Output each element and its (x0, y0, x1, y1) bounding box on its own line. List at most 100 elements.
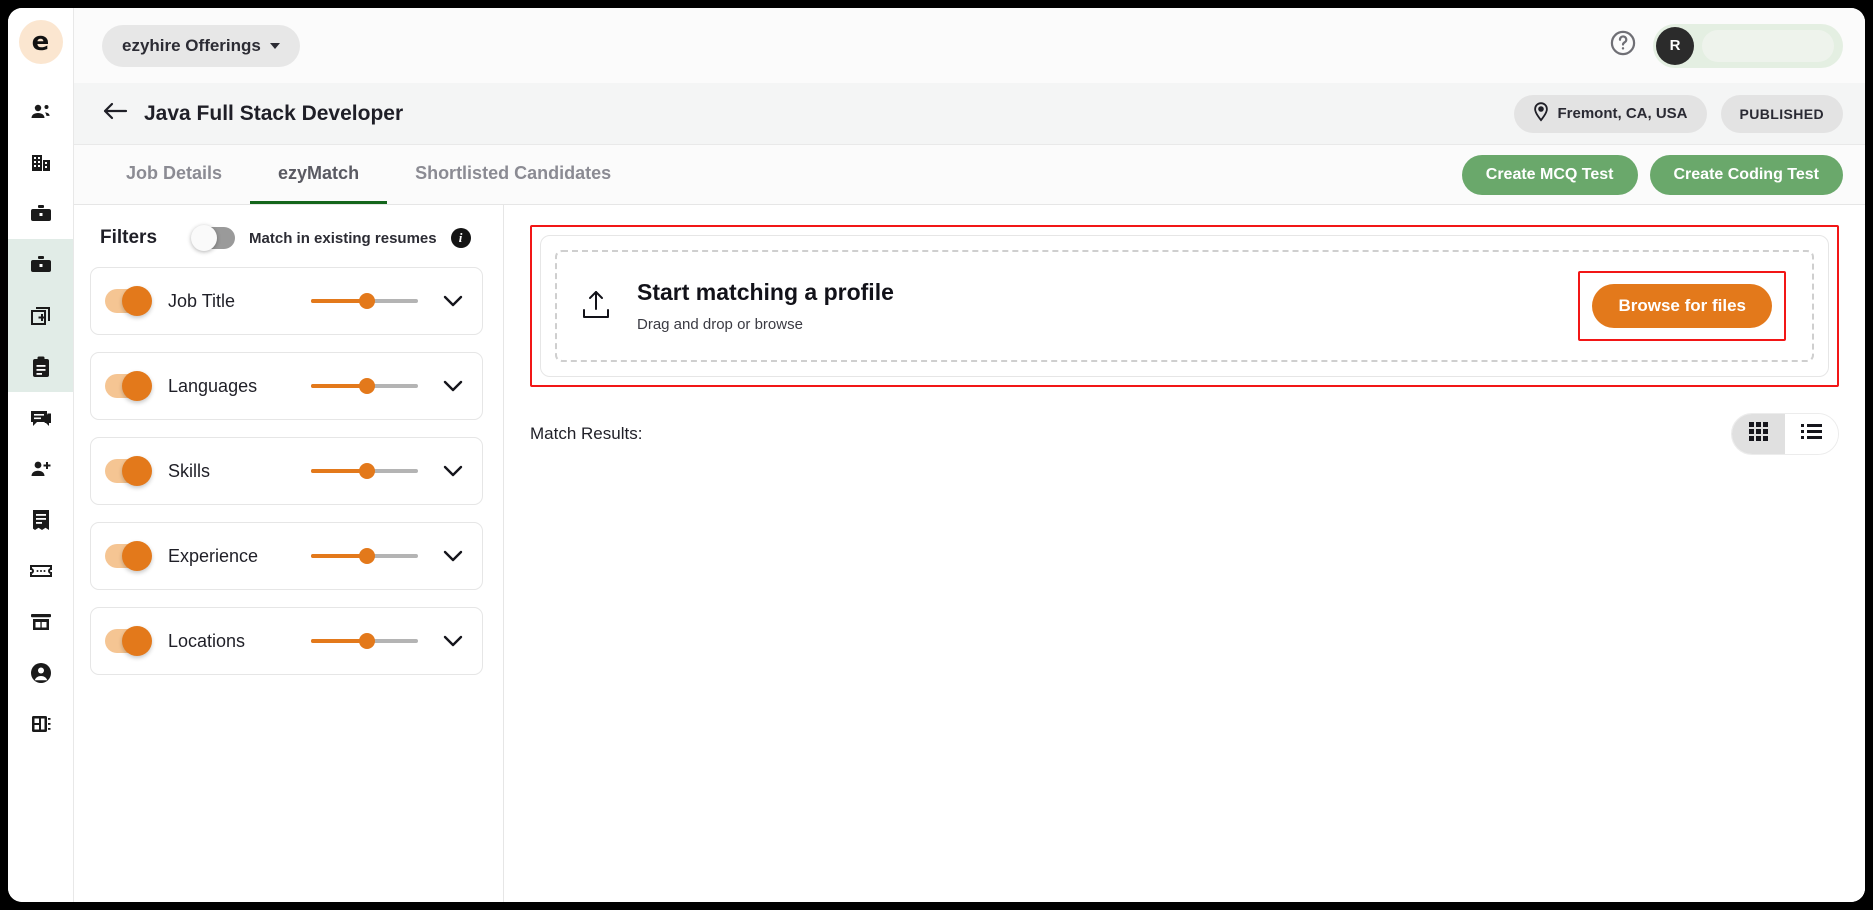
sidebar-item-create-job[interactable] (8, 290, 73, 341)
brand-logo[interactable]: e (18, 20, 63, 64)
dropzone-text: Start matching a profile Drag and drop o… (637, 279, 894, 333)
toggle-knob (191, 225, 218, 251)
sidebar-item-marketplace[interactable] (8, 596, 73, 647)
avatar: R (1656, 26, 1694, 65)
filters-header: Filters Match in existing resumes i (90, 223, 483, 267)
grid-view-icon (1749, 422, 1768, 446)
add-copy-icon (29, 304, 53, 328)
clipboard-icon (29, 355, 53, 379)
filter-weight-slider-skills[interactable] (311, 462, 418, 480)
view-toggle (1731, 413, 1839, 455)
filters-title: Filters (100, 227, 158, 248)
tabs-row: Job Details ezyMatch Shortlisted Candida… (74, 145, 1865, 205)
sidebar-nav-list (8, 86, 73, 749)
topbar-right: R (1609, 23, 1843, 68)
slider-thumb[interactable] (358, 293, 375, 309)
tab-job-details[interactable]: Job Details (102, 145, 250, 204)
chat-icon (29, 406, 53, 430)
filter-expand-skills[interactable] (440, 458, 466, 484)
sidebar-item-jobs[interactable] (8, 188, 73, 239)
app-window: e ezyhire Offerings R Java Full Stack De… (8, 8, 1865, 902)
list-view-button[interactable] (1785, 414, 1838, 454)
location-chip-label: Fremont, CA, USA (1557, 105, 1688, 122)
filter-label-languages: Languages (168, 375, 258, 396)
sidebar-item-add-candidate[interactable] (8, 443, 73, 494)
filter-toggle-job-title[interactable] (105, 286, 152, 316)
filter-toggle-skills[interactable] (105, 456, 152, 486)
toggle-knob (122, 371, 152, 401)
info-icon[interactable]: i (450, 228, 471, 248)
toggle-knob (122, 541, 152, 571)
browse-for-files-button[interactable]: Browse for files (1592, 284, 1772, 328)
filter-label-job-title: Job Title (168, 290, 236, 311)
sidebar-item-messages[interactable] (8, 392, 73, 443)
sidebar-item-dashboard[interactable] (8, 698, 73, 749)
sidebar-item-tickets[interactable] (8, 545, 73, 596)
filter-toggle-languages[interactable] (105, 371, 152, 401)
offerings-dropdown[interactable]: ezyhire Offerings (102, 24, 300, 67)
tab-shortlisted-candidates-label: Shortlisted Candidates (415, 162, 612, 183)
create-mcq-test-button[interactable]: Create MCQ Test (1461, 154, 1638, 195)
building-icon (29, 151, 53, 175)
upload-card: Start matching a profile Drag and drop o… (540, 235, 1829, 377)
store-icon (29, 610, 53, 634)
account-icon (29, 661, 53, 685)
chevron-down-icon (269, 42, 280, 49)
toggle-knob (122, 456, 152, 486)
tab-shortlisted-candidates[interactable]: Shortlisted Candidates (387, 145, 639, 204)
location-chip[interactable]: Fremont, CA, USA (1514, 94, 1707, 133)
sidebar-item-account[interactable] (8, 647, 73, 698)
sidebar-item-job-offerings[interactable] (8, 239, 73, 290)
people-icon (29, 100, 53, 124)
dropzone[interactable]: Start matching a profile Drag and drop o… (555, 250, 1814, 362)
briefcase-icon (29, 202, 53, 226)
tabs-actions: Create MCQ Test Create Coding Test (1461, 145, 1843, 204)
sidebar-item-candidates[interactable] (8, 86, 73, 137)
filter-weight-slider-experience[interactable] (311, 547, 418, 565)
tab-ezymatch[interactable]: ezyMatch (250, 145, 388, 204)
invoice-icon (29, 508, 53, 532)
dropzone-title: Start matching a profile (637, 279, 894, 305)
help-circle-icon[interactable] (1609, 29, 1637, 62)
filter-toggle-experience[interactable] (105, 541, 152, 571)
user-menu[interactable]: R (1653, 23, 1843, 68)
filter-row-skills: Skills (90, 437, 483, 505)
slider-thumb[interactable] (358, 463, 375, 479)
results-area: Start matching a profile Drag and drop o… (504, 205, 1865, 902)
arrow-left-icon[interactable] (102, 100, 128, 127)
match-results-label: Match Results: (530, 424, 643, 443)
upload-icon (581, 288, 611, 325)
browse-annotation-box: Browse for files (1578, 271, 1786, 341)
slider-thumb[interactable] (358, 548, 375, 564)
filter-weight-slider-languages[interactable] (311, 377, 418, 395)
sidebar-item-applications[interactable] (8, 341, 73, 392)
slider-thumb[interactable] (358, 633, 375, 649)
slider-thumb[interactable] (358, 378, 375, 394)
match-existing-resumes-label: Match in existing resumes (249, 229, 437, 247)
filter-weight-slider-job-title[interactable] (311, 292, 418, 310)
filter-label-experience: Experience (168, 545, 259, 566)
status-badge-label: PUBLISHED (1739, 105, 1824, 122)
add-person-icon (29, 457, 53, 481)
sidebar-item-companies[interactable] (8, 137, 73, 188)
filter-expand-languages[interactable] (440, 373, 466, 399)
filter-toggle-locations[interactable] (105, 626, 152, 656)
filters-panel: Filters Match in existing resumes i Job … (74, 205, 504, 902)
filter-expand-job-title[interactable] (440, 288, 466, 314)
filter-expand-experience[interactable] (440, 543, 466, 569)
filter-row-job-title: Job Title (90, 267, 483, 335)
user-name-placeholder (1702, 29, 1834, 62)
filter-label-locations: Locations (168, 630, 246, 651)
status-badge[interactable]: PUBLISHED (1720, 94, 1843, 133)
match-existing-resumes-toggle[interactable] (191, 225, 236, 251)
sidebar-item-invoices[interactable] (8, 494, 73, 545)
create-coding-test-button[interactable]: Create Coding Test (1649, 154, 1843, 195)
tab-ezymatch-label: ezyMatch (278, 162, 360, 183)
grid-view-button[interactable] (1732, 414, 1785, 454)
filter-expand-locations[interactable] (440, 628, 466, 654)
toggle-knob (122, 626, 152, 656)
match-results-row: Match Results: (530, 413, 1839, 455)
filter-weight-slider-locations[interactable] (311, 632, 418, 650)
offerings-dropdown-label: ezyhire Offerings (122, 35, 261, 55)
main-area: ezyhire Offerings R Java Full Stack Deve… (74, 8, 1865, 902)
